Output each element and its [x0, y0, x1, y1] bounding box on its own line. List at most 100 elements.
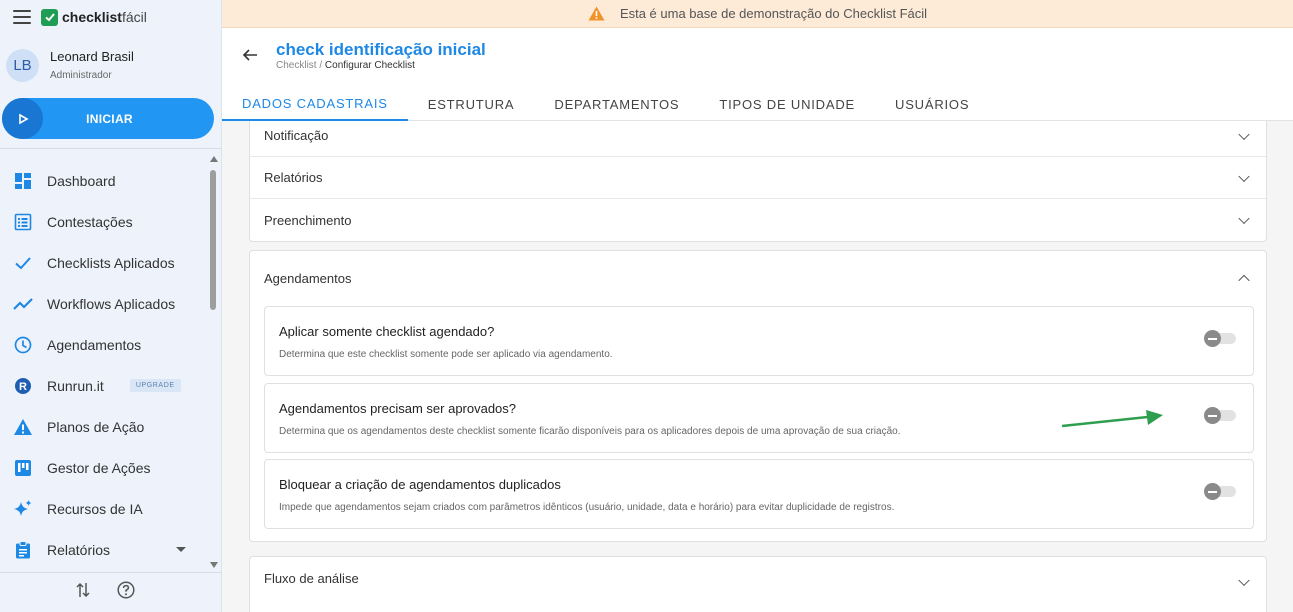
accordion-preenchimento[interactable]: Preenchimento [250, 199, 1266, 241]
page-title: check identificação inicial [276, 40, 486, 59]
sidebar-item-label: Checklists Aplicados [47, 254, 175, 271]
sidebar-item-label: Contestações [47, 213, 133, 230]
sidebar-item-label: Dashboard [47, 172, 116, 189]
accordion-notificacao[interactable]: Notificação [250, 121, 1266, 157]
sidebar-item-agendamentos[interactable]: Agendamentos [0, 324, 208, 365]
menu-icon[interactable] [13, 10, 31, 24]
user-name: Leonard Brasil [50, 49, 134, 64]
accordion-agendamentos[interactable]: Agendamentos [250, 251, 1266, 305]
fluxo-section: Fluxo de análise [249, 556, 1267, 612]
play-icon [2, 98, 43, 139]
warning-icon [13, 417, 33, 437]
warning-icon [588, 6, 605, 21]
tab-tipos-de-unidade[interactable]: TIPOS DE UNIDADE [699, 88, 875, 121]
sidebar-item-label: Gestor de Ações [47, 459, 151, 476]
chevron-down-icon [1238, 212, 1250, 225]
scroll-thumb[interactable] [210, 170, 216, 310]
user-profile[interactable]: LB Leonard Brasil Administrador [0, 34, 221, 96]
sidebar-item-label: Workflows Aplicados [47, 295, 176, 312]
sidebar-item-contestacoes[interactable]: Contestações [0, 201, 208, 242]
sidebar-item-recursos-de-ia[interactable]: Recursos de IA [0, 488, 208, 529]
trending-icon [13, 294, 33, 314]
sidebar-item-workflows-aplicados[interactable]: Workflows Aplicados [0, 283, 208, 324]
sidebar-item-checklists-aplicados[interactable]: Checklists Aplicados [0, 242, 208, 283]
sidebar-header: checklist fácil [0, 0, 221, 34]
upgrade-badge[interactable]: UPGRADE [129, 379, 181, 392]
accordion-fluxo-de-analise[interactable]: Fluxo de análise [250, 557, 1266, 599]
option-bloquear-duplicados: Bloquear a criação de agendamentos dupli… [264, 459, 1254, 529]
sidebar-divider [0, 148, 222, 149]
check-icon [13, 253, 33, 273]
sidebar-item-label: Runrun.it [47, 377, 104, 394]
sidebar-item-label: Planos de Ação [47, 418, 145, 435]
option-title: Bloquear a criação de agendamentos dupli… [279, 477, 561, 492]
accordion-relatorios[interactable]: Relatórios [250, 157, 1266, 199]
tab-departamentos[interactable]: DEPARTAMENTOS [534, 88, 699, 121]
help-icon[interactable] [117, 581, 135, 604]
app-logo[interactable]: checklist fácil [41, 8, 147, 26]
accordion-label: Relatórios [264, 170, 323, 185]
chevron-down-icon [1238, 170, 1250, 182]
chevron-down-icon[interactable] [176, 547, 186, 552]
logo-text-light: fácil [121, 9, 147, 25]
option-description: Impede que agendamentos sejam criados co… [279, 502, 895, 513]
sidebar: checklist fácil LB Leonard Brasil Adminis… [0, 0, 222, 612]
sidebar-item-label: Relatórios [47, 541, 111, 558]
option-description: Determina que os agendamentos deste chec… [279, 426, 901, 437]
dashboard-icon [13, 171, 33, 191]
chevron-up-icon [1238, 274, 1250, 287]
agendamentos-section: Agendamentos Aplicar somente checklist a… [249, 250, 1267, 542]
sidebar-item-dashboard[interactable]: Dashboard [0, 160, 208, 201]
main-content: Notificação Relatórios Preenchimento Age… [222, 121, 1293, 612]
accordion-label: Agendamentos [264, 270, 352, 286]
option-aplicar-somente-agendado: Aplicar somente checklist agendado? Dete… [264, 306, 1254, 376]
demo-banner: Esta é uma base de demonstração do Check… [222, 0, 1293, 28]
back-arrow-icon[interactable] [242, 47, 258, 68]
sidebar-item-relatorios[interactable]: Relatórios [0, 529, 208, 570]
checkmark-logo-icon [41, 8, 58, 26]
chevron-down-icon [1238, 574, 1250, 587]
chevron-down-icon [1238, 128, 1250, 140]
green-arrow-annotation-icon [1062, 410, 1163, 428]
sidebar-item-label: Agendamentos [47, 336, 142, 353]
banner-text: Esta é uma base de demonstração do Check… [619, 6, 928, 21]
sidebar-item-runrunit[interactable]: R Runrun.it UPGRADE [0, 365, 208, 406]
list-icon [13, 212, 33, 232]
tab-usuarios[interactable]: USUÁRIOS [875, 88, 989, 121]
breadcrumb-current: Configurar Checklist [324, 60, 415, 71]
sidebar-item-gestor-de-acoes[interactable]: Gestor de Ações [0, 447, 208, 488]
sidebar-footer [0, 572, 222, 612]
accordion-label: Notificação [264, 128, 329, 143]
swap-icon[interactable] [75, 581, 91, 604]
option-title: Agendamentos precisam ser aprovados? [279, 401, 517, 416]
breadcrumb: Checklist / Configurar Checklist [276, 60, 415, 71]
toggle-switch[interactable] [1204, 330, 1236, 347]
tab-dados-cadastrais[interactable]: DADOS CADASTRAIS [222, 88, 408, 121]
avatar: LB [6, 48, 39, 82]
breadcrumb-link-checklist[interactable]: Checklist [276, 60, 317, 71]
tab-estrutura[interactable]: ESTRUTURA [408, 88, 535, 121]
clock-icon [13, 335, 33, 355]
start-button-label: INICIAR [86, 111, 133, 126]
tab-bar: DADOS CADASTRAIS ESTRUTURA DEPARTAMENTOS… [222, 88, 989, 121]
option-description: Determina que este checklist somente pod… [279, 349, 613, 360]
sparkle-icon [13, 499, 33, 519]
scroll-up-arrow-icon[interactable] [210, 156, 218, 162]
sidebar-item-planos-de-acao[interactable]: Planos de Ação [0, 406, 208, 447]
sidebar-scrollbar[interactable] [209, 156, 218, 568]
kanban-icon [13, 458, 33, 478]
logo-text-bold: checklist [62, 9, 122, 25]
toggle-switch[interactable] [1204, 483, 1236, 500]
sidebar-item-label: Recursos de IA [47, 500, 143, 517]
runrun-icon: R [13, 376, 33, 396]
start-button[interactable]: INICIAR [2, 98, 214, 139]
user-role: Administrador [50, 70, 112, 81]
option-agendamentos-aprovados: Agendamentos precisam ser aprovados? Det… [264, 383, 1254, 453]
clipboard-icon [13, 540, 33, 560]
sidebar-nav: Dashboard Contestações Checklists Aplica… [0, 160, 208, 570]
scroll-down-arrow-icon[interactable] [210, 562, 218, 568]
toggle-switch[interactable] [1204, 407, 1236, 424]
svg-text:R: R [19, 381, 27, 393]
page-header: check identificação inicial Checklist / … [222, 28, 1293, 121]
breadcrumb-separator: / [316, 60, 325, 71]
